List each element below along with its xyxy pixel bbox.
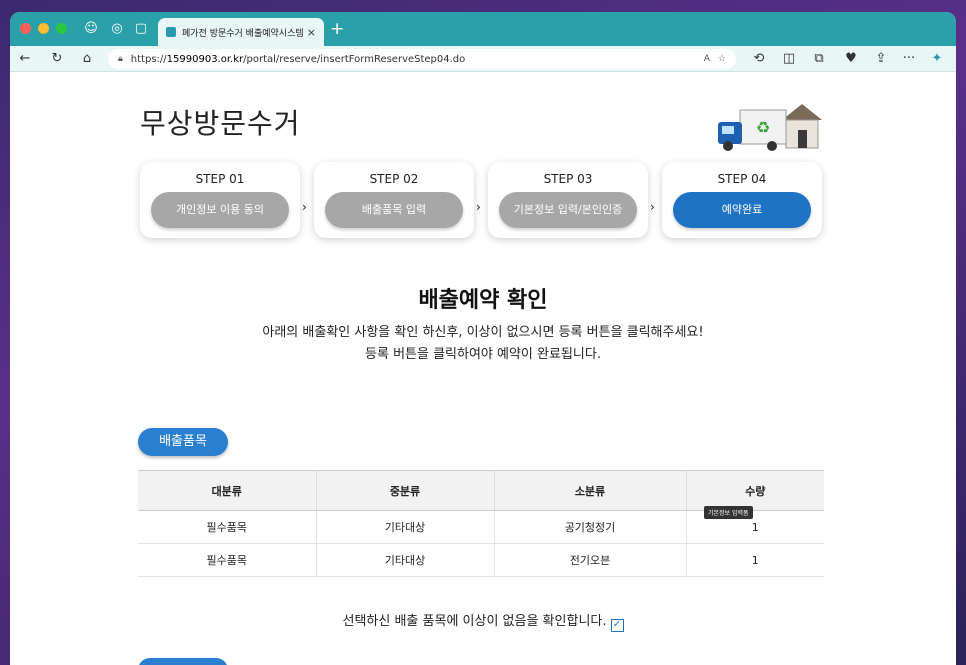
lock-icon: 🔒︎: [118, 54, 123, 64]
step-04: STEP 04 예약완료: [662, 162, 822, 238]
section-label-items: 배출품목: [138, 428, 228, 456]
table-cell: 공기청정기: [494, 510, 687, 544]
extensions-icon[interactable]: ⟲: [750, 50, 768, 68]
collections-icon[interactable]: ⧉: [810, 50, 828, 68]
step-arrow-icon: ›: [650, 200, 655, 214]
step-arrow-icon: ›: [476, 200, 481, 214]
url-text[interactable]: https://15990903.or.kr/portal/reserve/in…: [131, 54, 696, 65]
step-02-button[interactable]: 배출품목 입력: [325, 192, 463, 228]
truck-house-illustration-icon: ♻: [718, 104, 822, 151]
column-header: 소분류: [494, 470, 687, 511]
page-heading: 배출예약 확인: [418, 288, 548, 313]
site-favicon-icon: [166, 27, 176, 37]
table-header-row: 대분류 중분류 소분류 수량: [138, 470, 824, 511]
split-screen-icon[interactable]: ◫: [780, 50, 798, 68]
new-tab-button[interactable]: +: [330, 19, 344, 39]
step-03-button[interactable]: 기본정보 입력/본인인증: [499, 192, 637, 228]
profile-avatar-icon[interactable]: ☺: [82, 20, 100, 38]
more-menu-icon[interactable]: ···: [900, 50, 918, 68]
table-cell: 1: [686, 543, 824, 577]
next-section-pill: [138, 658, 228, 665]
tab-title: 폐가전 방문수거 배출예약시스템: [182, 28, 304, 39]
site-title: 무상방문수거: [140, 107, 301, 140]
browser-window: ☺ ◎ ▢ 폐가전 방문수거 배출예약시스템 × + ← ↻ ⌂ 🔒︎ http…: [10, 12, 956, 665]
workspaces-icon[interactable]: ◎: [108, 20, 126, 38]
table-cell: 전기오븐: [494, 543, 687, 577]
step-04-button[interactable]: 예약완료: [673, 192, 811, 228]
share-icon[interactable]: ⇪: [872, 50, 890, 68]
home-icon[interactable]: ⌂: [78, 50, 96, 68]
step-arrow-icon: ›: [302, 200, 307, 214]
confirm-checkbox[interactable]: ✓: [610, 619, 624, 632]
window-controls: [20, 23, 67, 34]
confirm-row: 선택하신 배출 품목에 이상이 없음을 확인합니다. ✓: [10, 610, 956, 632]
step-label: STEP 02: [369, 172, 419, 186]
read-aloud-icon[interactable]: A: [704, 54, 710, 64]
hover-tooltip: 기본정보 입력폼: [704, 506, 753, 519]
tab-bar: ☺ ◎ ▢ 폐가전 방문수거 배출예약시스템 × +: [10, 12, 956, 46]
column-header: 대분류: [138, 470, 317, 511]
page-description: 아래의 배출확인 사항을 확인 하신후, 이상이 없으시면 등록 버튼을 클릭해…: [10, 322, 956, 366]
favorite-star-icon[interactable]: ☆: [718, 54, 726, 64]
back-arrow-icon[interactable]: ←: [16, 50, 34, 68]
copilot-icon[interactable]: ✦: [928, 50, 946, 68]
refresh-icon[interactable]: ↻: [48, 50, 66, 68]
step-label: STEP 01: [195, 172, 245, 186]
items-table: 대분류 중분류 소분류 수량 필수품목 기타대상 공기청정기 1 필수품목 기타…: [138, 470, 824, 577]
table-cell: 기타대상: [316, 510, 495, 544]
confirm-label: 선택하신 배출 품목에 이상이 없음을 확인합니다.: [342, 614, 607, 629]
step-03: STEP 03 기본정보 입력/본인인증: [488, 162, 648, 238]
step-01: STEP 01 개인정보 이용 동의: [140, 162, 300, 238]
table-row: 필수품목 기타대상 전기오븐 1: [138, 543, 824, 577]
minimize-window-button[interactable]: [38, 23, 49, 34]
browser-essentials-icon[interactable]: ♥: [842, 50, 860, 68]
step-label: STEP 04: [717, 172, 767, 186]
close-tab-icon[interactable]: ×: [307, 26, 316, 39]
description-line-2: 등록 버튼을 클릭하여야 예약이 완료됩니다.: [365, 347, 601, 362]
table-cell: 필수품목: [138, 510, 317, 544]
step-label: STEP 03: [543, 172, 593, 186]
column-header: 수량: [686, 470, 824, 511]
page-content: 무상방문수거 ♻ STEP 01 개인정보 이용 동의 STEP 02 배출품목…: [10, 72, 956, 665]
step-progress: STEP 01 개인정보 이용 동의 STEP 02 배출품목 입력 STEP …: [140, 162, 836, 238]
address-bar[interactable]: 🔒︎ https://15990903.or.kr/portal/reserve…: [108, 49, 736, 69]
step-01-button[interactable]: 개인정보 이용 동의: [151, 192, 289, 228]
active-tab[interactable]: 폐가전 방문수거 배출예약시스템 ×: [158, 18, 324, 46]
navigation-bar: ← ↻ ⌂ 🔒︎ https://15990903.or.kr/portal/r…: [10, 46, 956, 72]
column-header: 중분류: [316, 470, 495, 511]
close-window-button[interactable]: [20, 23, 31, 34]
description-line-1: 아래의 배출확인 사항을 확인 하신후, 이상이 없으시면 등록 버튼을 클릭해…: [262, 325, 704, 340]
maximize-window-button[interactable]: [56, 23, 67, 34]
svg-text:♻: ♻: [756, 118, 770, 137]
tab-actions-icon[interactable]: ▢: [132, 20, 150, 38]
table-cell: 필수품목: [138, 543, 317, 577]
step-02: STEP 02 배출품목 입력: [314, 162, 474, 238]
table-cell: 기타대상: [316, 543, 495, 577]
